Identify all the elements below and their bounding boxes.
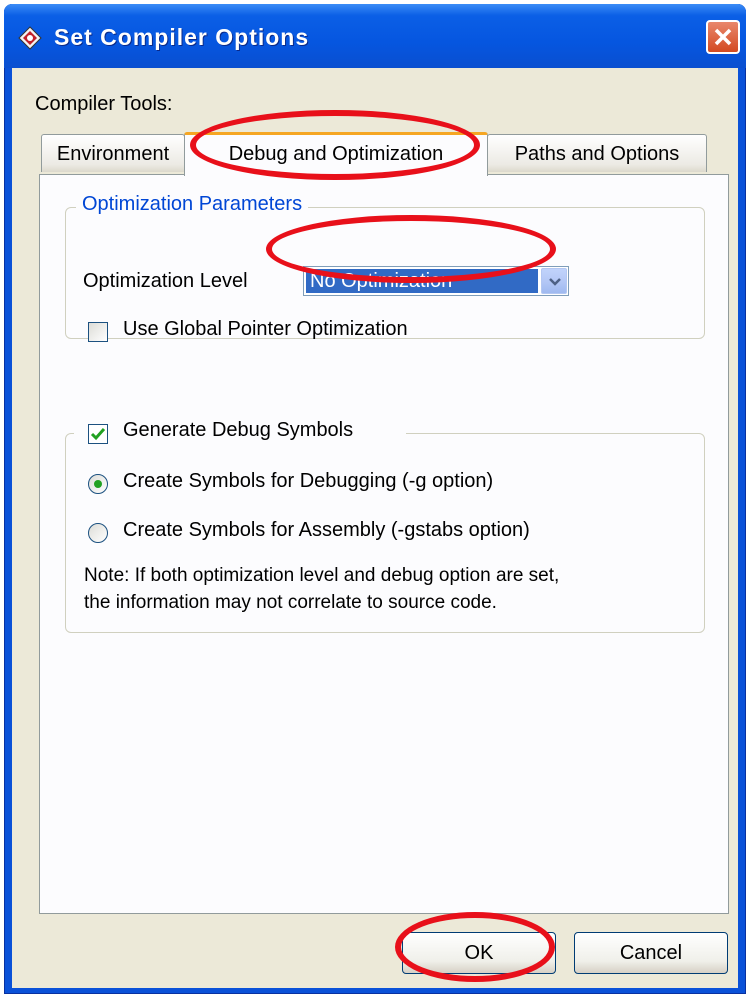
debug-symbols-group: Generate Debug Symbols Create Symbols fo… [65,418,705,633]
radio-debug-symbols[interactable] [88,474,108,494]
debug-note: Note: If both optimization level and deb… [84,562,684,616]
optimization-level-value: No Optimization [306,269,538,293]
optimization-level-label: Optimization Level [83,270,248,292]
tab-paths-options[interactable]: Paths and Options [487,134,707,172]
global-pointer-label[interactable]: Use Global Pointer Optimization [123,318,408,341]
optimization-group: Optimization Parameters Optimization Lev… [65,193,705,342]
debug-note-line1: Note: If both optimization level and deb… [84,565,560,586]
radio-debug-symbols-label[interactable]: Create Symbols for Debugging (-g option) [123,470,493,493]
compiler-tools-label: Compiler Tools: [35,93,173,115]
title-bar[interactable]: Set Compiler Options [4,4,746,68]
close-button[interactable] [706,20,740,54]
chevron-down-icon [549,278,561,286]
tab-debug-optimization[interactable]: Debug and Optimization [184,132,488,176]
generate-debug-label[interactable]: Generate Debug Symbols [123,419,353,442]
dialog-window: Set Compiler Options Compiler Tools: Env… [4,4,746,994]
dialog-client-area: Compiler Tools: Environment Debug and Op… [12,68,738,988]
radio-assembly-symbols-label[interactable]: Create Symbols for Assembly (-gstabs opt… [123,519,530,542]
ok-button[interactable]: OK [402,932,556,974]
debug-note-line2: the information may not correlate to sou… [84,592,497,613]
compiler-app-icon [18,26,42,50]
optimization-level-select[interactable]: No Optimization [303,266,569,296]
tab-panel-debug-optimization: Optimization Parameters Optimization Lev… [39,174,729,914]
checkmark-icon [90,428,106,441]
tab-environment[interactable]: Environment [41,134,185,172]
cancel-button[interactable]: Cancel [574,932,728,974]
window-title: Set Compiler Options [54,24,310,50]
global-pointer-checkbox[interactable] [88,322,108,342]
radio-selected-dot [94,480,102,488]
optimization-group-title: Optimization Parameters [76,193,309,216]
dropdown-button[interactable] [541,268,567,294]
close-icon [714,28,732,46]
generate-debug-checkbox[interactable] [88,424,108,444]
radio-assembly-symbols[interactable] [88,523,108,543]
